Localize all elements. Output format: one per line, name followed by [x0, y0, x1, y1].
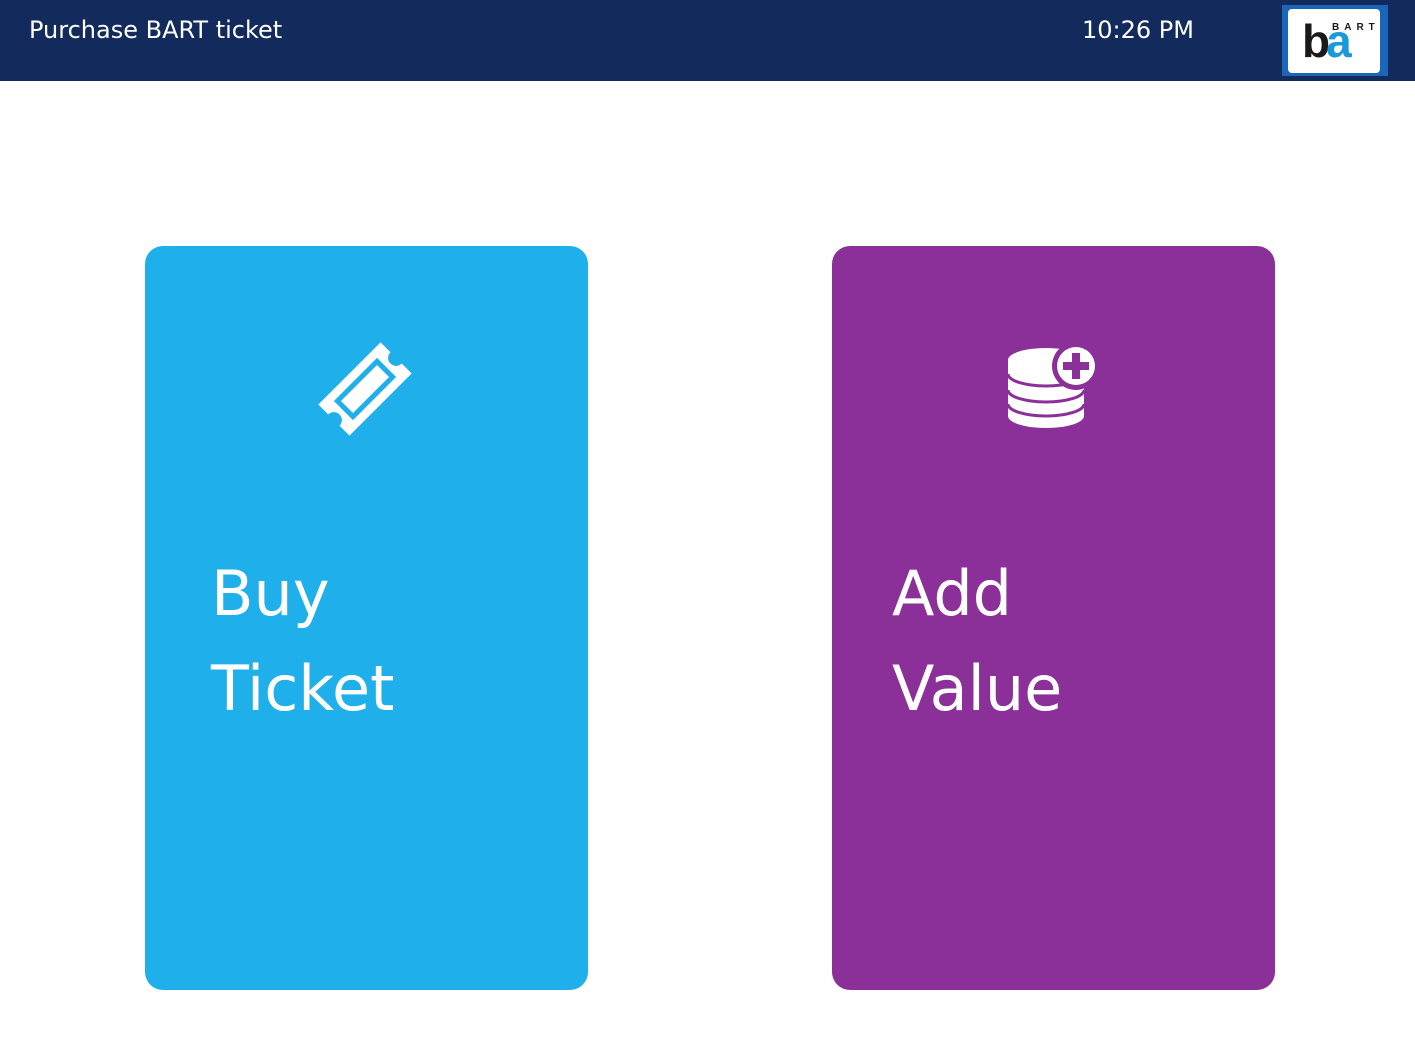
buy-ticket-label-line2: Ticket	[211, 652, 395, 725]
page-title: Purchase BART ticket	[29, 16, 283, 44]
add-value-button[interactable]: Add Value	[832, 246, 1275, 990]
add-value-label-line2: Value	[892, 652, 1063, 725]
header-bar: Purchase BART ticket 10:26 PM BART ba	[0, 0, 1415, 81]
buy-ticket-label-line1: Buy	[211, 557, 330, 630]
ticket-icon	[310, 334, 420, 444]
add-value-label-line1: Add	[892, 557, 1013, 630]
coins-add-icon	[997, 334, 1107, 444]
bart-logo-letters: ba	[1302, 15, 1352, 67]
add-value-label: Add Value	[892, 546, 1062, 736]
bart-logo: BART ba	[1282, 5, 1388, 76]
buy-ticket-button[interactable]: Buy Ticket	[145, 246, 588, 990]
clock-time: 10:26 PM	[1082, 16, 1194, 44]
buy-ticket-label: Buy Ticket	[211, 546, 394, 736]
bart-logo-badge: BART ba	[1288, 9, 1380, 73]
